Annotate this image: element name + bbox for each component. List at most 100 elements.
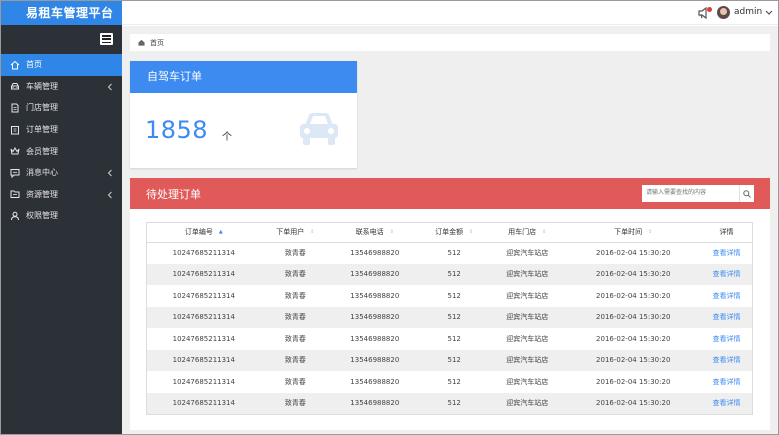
table-cell: 10247685211314: [147, 328, 261, 350]
sidebar-item-2[interactable]: 门店管理: [1, 97, 122, 119]
view-detail-link[interactable]: 查看详情: [700, 263, 752, 285]
table-cell: 512: [419, 349, 489, 371]
sort-icon[interactable]: ⇕: [469, 229, 473, 235]
chevron-left-icon: [107, 83, 112, 90]
breadcrumb: 首页: [130, 34, 770, 51]
view-detail-link[interactable]: 查看详情: [700, 371, 752, 393]
table-header-row: 订单编号 ▲ 下单用户 ⇕ 联系电话 ⇕ 订单金额 ⇕ 用车门店 ⇕ 下单时间 ⇕ 详情: [147, 223, 752, 243]
table-cell: 13546988820: [330, 263, 420, 285]
clipboard-icon: [10, 125, 20, 135]
card-title: 自驾车订单: [130, 61, 357, 93]
view-detail-link[interactable]: 查看详情: [700, 349, 752, 371]
sidebar-item-5[interactable]: 消息中心: [1, 162, 122, 184]
table-cell: 512: [419, 328, 489, 350]
chevron-down-icon[interactable]: [765, 10, 773, 16]
sidebar-item-1[interactable]: 车辆管理: [1, 76, 122, 98]
table-row: 10247685211314 致青春 13546988820 512 迎宾汽车站店 201…: [147, 263, 752, 285]
view-detail-link[interactable]: 查看详情: [700, 285, 752, 307]
document-icon: [10, 103, 20, 113]
sidebar-item-label: 门店管理: [26, 103, 58, 113]
table-cell: 13546988820: [330, 242, 420, 264]
sidebar-item-4[interactable]: 会员管理: [1, 140, 122, 162]
crown-icon: [10, 146, 20, 156]
sidebar-item-label: 车辆管理: [26, 81, 58, 91]
sidebar-item-3[interactable]: 订单管理: [1, 119, 122, 141]
sidebar-item-label: 资源管理: [26, 189, 58, 199]
sidebar-item-6[interactable]: 资源管理: [1, 184, 122, 206]
sort-icon[interactable]: ⇕: [542, 229, 546, 235]
column-header[interactable]: 订单编号 ▲: [147, 223, 261, 243]
table-cell: 13546988820: [330, 285, 420, 307]
table-cell: 10247685211314: [147, 349, 261, 371]
table-cell: 迎宾汽车站店: [489, 371, 566, 393]
table-cell: 512: [419, 306, 489, 328]
table-row: 10247685211314 致青春 13546988820 512 迎宾汽车站店 201…: [147, 306, 752, 328]
pending-orders-panel: 待处理订单 订单编号 ▲ 下单用户 ⇕ 联系电话 ⇕ 订单金额 ⇕ 用车门店 ⇕ 下单时间 ⇕ 详情 1…: [130, 178, 770, 430]
user-name[interactable]: admin: [734, 7, 762, 17]
column-header[interactable]: 用车门店 ⇕: [489, 223, 566, 243]
app-window: 易租车管理平台 首页车辆管理门店管理订单管理会员管理消息中心资源管理权限管理 a…: [0, 0, 779, 435]
user-icon: [10, 211, 20, 221]
view-detail-link[interactable]: 查看详情: [700, 306, 752, 328]
sort-icon[interactable]: ⇕: [310, 229, 314, 235]
column-header-label: 订单金额: [435, 228, 464, 237]
column-header-label: 下单用户: [276, 228, 305, 237]
sidebar-item-label: 会员管理: [26, 146, 58, 156]
column-header[interactable]: 详情: [700, 223, 752, 243]
card-value: 1858: [145, 116, 209, 144]
sort-icon[interactable]: ⇕: [390, 229, 394, 235]
table-cell: 512: [419, 285, 489, 307]
table-cell: 10247685211314: [147, 242, 261, 264]
chevron-left-icon: [107, 169, 112, 177]
sidebar-nav: 首页车辆管理门店管理订单管理会员管理消息中心资源管理权限管理: [1, 54, 122, 227]
column-header[interactable]: 下单用户 ⇕: [260, 223, 331, 243]
car-icon: [300, 113, 338, 145]
column-header[interactable]: 订单金额 ⇕: [419, 223, 489, 243]
table-row: 10247685211314 致青春 13546988820 512 迎宾汽车站店 201…: [147, 285, 752, 307]
table-cell: 致青春: [260, 392, 331, 414]
table-cell: 致青春: [260, 263, 331, 285]
table-cell: 512: [419, 392, 489, 414]
sidebar-item-label: 消息中心: [26, 168, 58, 178]
column-header[interactable]: 联系电话 ⇕: [330, 223, 420, 243]
table-cell: 10247685211314: [147, 306, 261, 328]
column-header-label: 用车门店: [508, 228, 537, 237]
table-cell: 2016-02-04 15:30:20: [565, 392, 701, 414]
brand-title: 易租车管理平台: [1, 1, 122, 25]
main-content: 首页 自驾车订单 1858 个 待处理订单 请输入需要查找的内容 订单编号 ▲ …: [122, 26, 778, 434]
table-row: 10247685211314 致青春 13546988820 512 迎宾汽车站店 201…: [147, 328, 752, 350]
table-cell: 512: [419, 371, 489, 393]
table-cell: 13546988820: [330, 328, 420, 350]
column-header-label: 详情: [719, 228, 734, 237]
view-detail-link[interactable]: 查看详情: [700, 328, 752, 350]
search-input[interactable]: [642, 185, 739, 202]
table-cell: 致青春: [260, 306, 331, 328]
sidebar-item-7[interactable]: 权限管理: [1, 205, 122, 227]
table-cell: 迎宾汽车站店: [489, 306, 566, 328]
search-button[interactable]: [739, 185, 754, 202]
panel-header: 待处理订单: [130, 178, 770, 209]
breadcrumb-item[interactable]: 首页: [150, 38, 164, 48]
column-header[interactable]: 下单时间 ⇕: [565, 223, 701, 243]
order-stat-card: 自驾车订单 1858 个: [130, 61, 357, 168]
table-cell: 2016-02-04 15:30:20: [565, 242, 701, 264]
table-cell: 2016-02-04 15:30:20: [565, 371, 701, 393]
view-detail-link[interactable]: 查看详情: [700, 392, 752, 414]
table-cell: 迎宾汽车站店: [489, 263, 566, 285]
column-header-label: 订单编号: [184, 228, 213, 237]
sidebar-item-0[interactable]: 首页: [1, 54, 122, 76]
table-cell: 2016-02-04 15:30:20: [565, 328, 701, 350]
avatar[interactable]: [717, 6, 730, 19]
menu-toggle-icon[interactable]: [100, 33, 113, 45]
table-row: 10247685211314 致青春 13546988820 512 迎宾汽车站店 201…: [147, 371, 752, 393]
view-detail-link[interactable]: 查看详情: [700, 242, 752, 264]
folder-icon: [10, 189, 20, 199]
column-header-label: 下单时间: [614, 228, 643, 237]
sort-asc-icon[interactable]: ▲: [219, 229, 223, 235]
table-cell: 迎宾汽车站店: [489, 242, 566, 264]
table-cell: 13546988820: [330, 392, 420, 414]
table-cell: 致青春: [260, 371, 331, 393]
table-cell: 2016-02-04 15:30:20: [565, 306, 701, 328]
card-unit: 个: [222, 132, 232, 143]
sort-icon[interactable]: ⇕: [648, 229, 652, 235]
